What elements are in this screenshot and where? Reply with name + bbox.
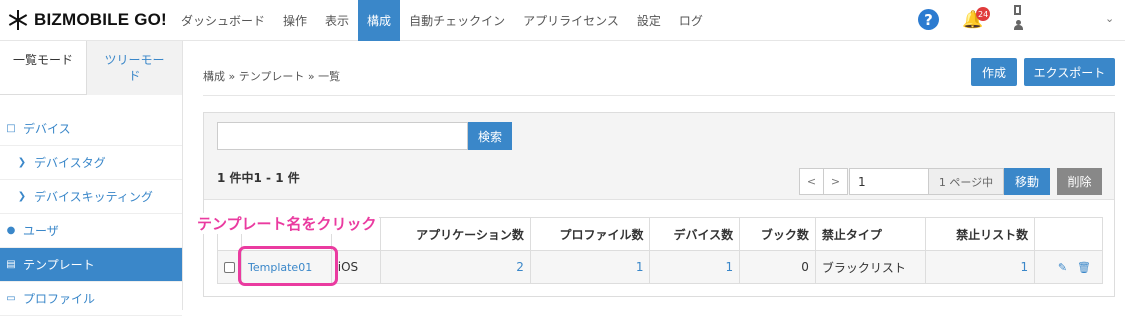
table-row: Template01 iOS 2 1 1 0 ブラックリスト 1 ✎ 🗑 bbox=[217, 250, 1103, 284]
top-navbar: BIZMOBILE GO! ダッシュボード 操作 表示 構成 自動チェックイン … bbox=[0, 0, 1125, 41]
chevron-right-icon: ❯ bbox=[17, 157, 27, 168]
sidebar-item-label: デバイスタグ bbox=[34, 156, 106, 170]
panel-toolbar: 検索 1 件中1 - 1 件 < > 1 1 ページ中 移動 削除 bbox=[204, 113, 1114, 200]
sidebar-item-user[interactable]: ● ユーザ bbox=[0, 214, 182, 248]
search-input[interactable] bbox=[217, 122, 468, 150]
page-total-label: 1 ページ中 bbox=[929, 168, 1004, 195]
sidebar-item-label: ユーザ bbox=[23, 224, 59, 238]
brand-name: BIZMOBILE GO! bbox=[34, 10, 167, 29]
nav-settings[interactable]: 設定 bbox=[628, 0, 670, 41]
row-os-cell: iOS bbox=[330, 250, 382, 284]
mode-tabs: 一覧モード ツリーモード bbox=[0, 41, 182, 95]
page-number-input[interactable]: 1 bbox=[849, 168, 929, 195]
header-ban-list-count[interactable]: 禁止リスト数 bbox=[924, 217, 1036, 251]
sidebar-item-label: デバイス bbox=[23, 122, 71, 136]
sidebar-item-label: プロファイル bbox=[23, 292, 96, 306]
nav-auto-checkin[interactable]: 自動チェックイン bbox=[400, 0, 514, 41]
template-list-panel: 検索 1 件中1 - 1 件 < > 1 1 ページ中 移動 削除 アプリケーシ… bbox=[203, 112, 1115, 297]
nav-log[interactable]: ログ bbox=[670, 0, 712, 41]
sidebar-item-label: デバイスキッティング bbox=[34, 190, 153, 204]
row-book-count: 0 bbox=[739, 250, 816, 284]
chevron-right-icon: ❯ bbox=[17, 191, 27, 202]
sidebar-item-template[interactable]: ▤ テンプレート bbox=[0, 248, 182, 282]
annotation-label: テンプレート名をクリック bbox=[195, 213, 379, 234]
nav-configuration[interactable]: 構成 bbox=[358, 0, 401, 41]
search-button[interactable]: 検索 bbox=[468, 122, 512, 150]
header-book-count[interactable]: ブック数 bbox=[739, 217, 816, 251]
help-icon[interactable]: ? bbox=[918, 9, 939, 30]
nav-view[interactable]: 表示 bbox=[316, 0, 358, 41]
chevron-down-icon[interactable]: ⌄ bbox=[1105, 12, 1114, 25]
result-count: 1 件中1 - 1 件 bbox=[217, 171, 300, 185]
row-ban-type: ブラックリスト bbox=[814, 250, 926, 284]
prev-page-button[interactable]: < bbox=[799, 168, 824, 195]
create-button[interactable]: 作成 bbox=[971, 58, 1017, 86]
sidebar-menu: □ デバイス ❯ デバイスタグ ❯ デバイスキッティング ● ユーザ ▤ テンプ… bbox=[0, 112, 182, 316]
row-ban-list-count[interactable]: 1 bbox=[924, 250, 1036, 284]
file-icon: ▤ bbox=[6, 259, 16, 270]
export-button[interactable]: エクスポート bbox=[1024, 58, 1115, 86]
breadcrumb: 構成 » テンプレート » 一覧 bbox=[203, 70, 341, 83]
user-icon[interactable] bbox=[1014, 20, 1023, 30]
row-actions-cell: ✎ 🗑 bbox=[1034, 250, 1103, 284]
notification-badge: 24 bbox=[976, 7, 991, 21]
delete-button[interactable]: 削除 bbox=[1057, 168, 1102, 195]
user-icon: ● bbox=[6, 225, 16, 236]
brand-asterisk-icon bbox=[8, 10, 28, 30]
sidebar-item-device[interactable]: □ デバイス bbox=[0, 112, 182, 146]
trash-icon[interactable]: 🗑 bbox=[1077, 261, 1091, 274]
nav-operation[interactable]: 操作 bbox=[274, 0, 316, 41]
sidebar: 一覧モード ツリーモード □ デバイス ❯ デバイスタグ ❯ デバイスキッティン… bbox=[0, 41, 183, 316]
header-profile-count[interactable]: プロファイル数 bbox=[529, 217, 651, 251]
hdd-icon: ▭ bbox=[6, 293, 16, 304]
edit-icon[interactable]: ✎ bbox=[1058, 261, 1067, 274]
header-app-count[interactable]: アプリケーション数 bbox=[380, 217, 531, 251]
divider bbox=[203, 95, 1115, 96]
sidebar-item-label: テンプレート bbox=[23, 258, 95, 272]
sidebar-item-device-tag[interactable]: ❯ デバイスタグ bbox=[0, 146, 182, 180]
next-page-button[interactable]: > bbox=[823, 168, 848, 195]
square-icon: □ bbox=[6, 123, 16, 134]
header-device-count[interactable]: デバイス数 bbox=[649, 217, 741, 251]
tab-list-mode[interactable]: 一覧モード bbox=[0, 41, 86, 95]
annotation-highlight-box bbox=[238, 246, 338, 286]
main-nav: ダッシュボード 操作 表示 構成 自動チェックイン アプリライセンス 設定 ログ bbox=[172, 0, 712, 41]
row-device-count[interactable]: 1 bbox=[649, 250, 741, 284]
row-profile-count[interactable]: 1 bbox=[529, 250, 651, 284]
nav-app-license[interactable]: アプリライセンス bbox=[514, 0, 628, 41]
header-ban-type[interactable]: 禁止タイプ bbox=[814, 217, 926, 251]
row-app-count[interactable]: 2 bbox=[380, 250, 531, 284]
nav-dashboard[interactable]: ダッシュボード bbox=[172, 0, 274, 41]
move-button[interactable]: 移動 bbox=[1004, 168, 1050, 195]
sidebar-item-profile[interactable]: ▭ プロファイル bbox=[0, 282, 182, 316]
building-icon bbox=[1014, 5, 1021, 15]
tab-tree-mode[interactable]: ツリーモード bbox=[86, 41, 182, 95]
row-checkbox[interactable] bbox=[224, 262, 235, 273]
sidebar-item-device-kitting[interactable]: ❯ デバイスキッティング bbox=[0, 180, 182, 214]
brand-logo[interactable]: BIZMOBILE GO! bbox=[8, 9, 167, 31]
header-actions bbox=[1034, 217, 1103, 251]
